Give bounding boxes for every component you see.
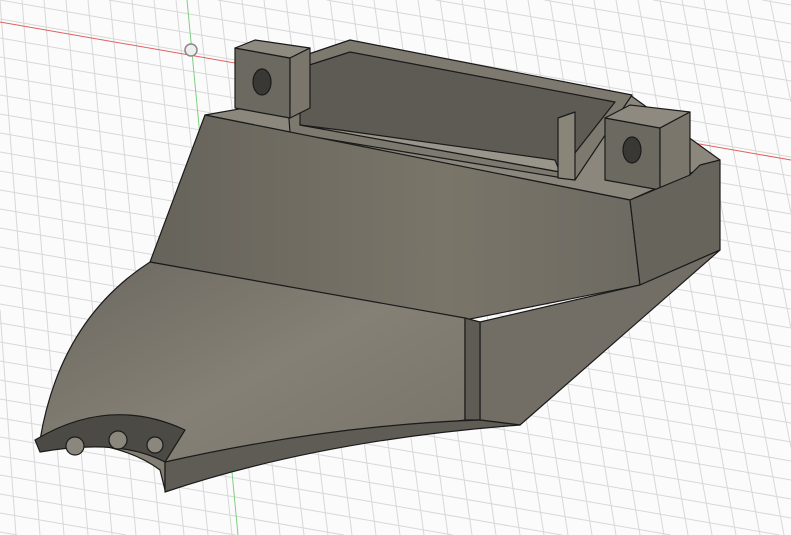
box-wall-right — [557, 111, 576, 181]
grid-line — [769, 0, 791, 103]
post-left-side — [289, 47, 311, 119]
grid-line — [43, 0, 89, 535]
grid-line — [0, 512, 127, 535]
viewport-canvas[interactable] — [0, 0, 791, 535]
grid-line — [747, 0, 791, 214]
grid-line — [21, 0, 65, 535]
grid-line — [87, 0, 137, 535]
post-right-hole — [622, 136, 642, 164]
origin-icon[interactable] — [184, 43, 198, 57]
wedge-step — [464, 317, 481, 421]
post-left-hole — [252, 68, 272, 96]
grid-line — [0, 493, 236, 535]
3d-model-body[interactable] — [34, 39, 721, 493]
grid-line — [762, 0, 791, 6]
cad-viewport[interactable] — [0, 0, 791, 535]
grid-line — [544, 0, 791, 44]
